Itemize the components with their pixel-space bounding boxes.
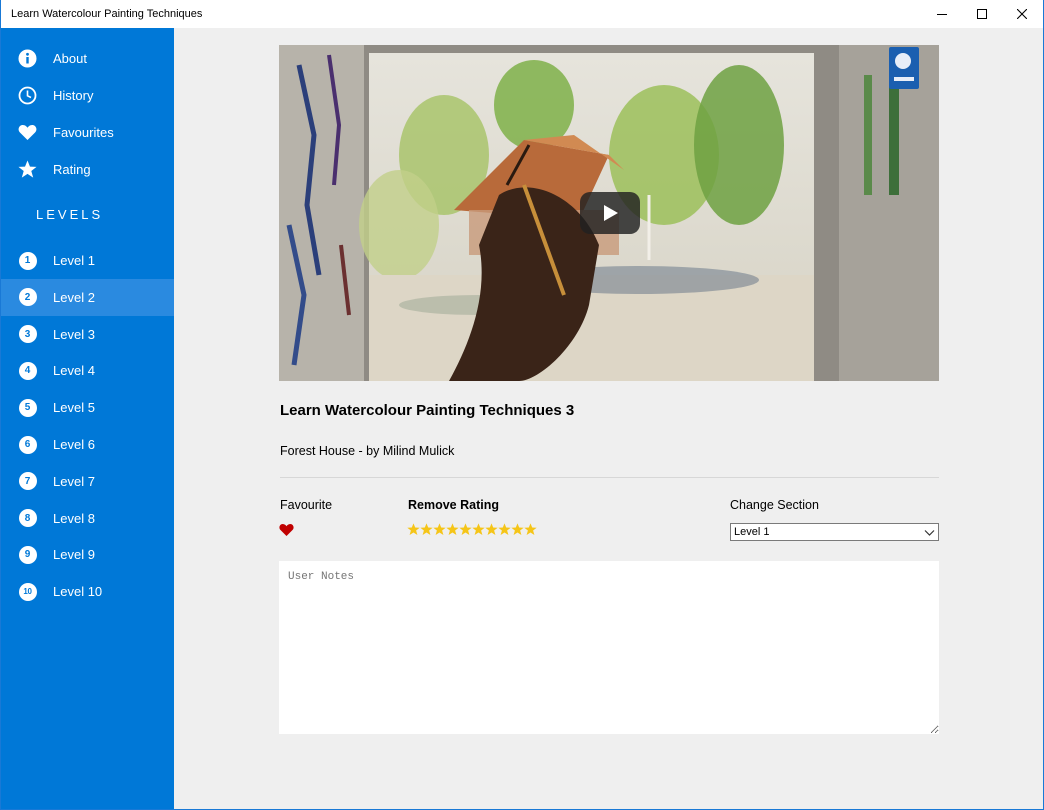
title-bar: Learn Watercolour Painting Techniques [1, 0, 1043, 28]
sidebar-item-level-6[interactable]: 6 Level 6 [1, 426, 174, 463]
sidebar-item-about[interactable]: About [1, 40, 174, 77]
sidebar-item-history[interactable]: History [1, 77, 174, 114]
level-number: 9 [18, 545, 37, 564]
star-icon[interactable] [446, 523, 459, 536]
remove-rating-button[interactable]: Remove Rating [408, 498, 499, 512]
level-number: 7 [18, 472, 37, 491]
star-icon[interactable] [407, 523, 420, 536]
sidebar-item-rating[interactable]: Rating [1, 151, 174, 188]
number-badge-icon: 5 [18, 398, 37, 417]
video-subtitle: Forest House - by Milind Mulick [280, 444, 455, 458]
sidebar-item-label: Level 2 [53, 289, 95, 305]
maximize-icon [977, 9, 987, 19]
star-icon[interactable] [472, 523, 485, 536]
level-number: 10 [18, 582, 37, 601]
sidebar-item-label: Level 4 [53, 363, 95, 379]
star-icon[interactable] [433, 523, 446, 536]
sidebar-item-level-9[interactable]: 9 Level 9 [1, 536, 174, 573]
sidebar-item-label: Level 9 [53, 547, 95, 563]
close-icon [1017, 9, 1027, 19]
minimize-icon [937, 14, 947, 15]
sidebar-item-label: About [53, 51, 87, 66]
change-section-label: Change Section [730, 498, 819, 512]
sidebar-item-label: Level 7 [53, 473, 95, 489]
sidebar-item-level-2[interactable]: 2 Level 2 [1, 278, 174, 316]
number-badge-icon: 8 [18, 509, 37, 528]
sidebar-item-label: Level 6 [53, 437, 95, 452]
user-notes-input[interactable] [279, 561, 939, 734]
sidebar-item-level-5[interactable]: 5 Level 5 [1, 389, 174, 426]
star-icon[interactable] [485, 523, 498, 536]
chevron-down-icon [924, 530, 935, 536]
sidebar-item-label: Level 3 [53, 326, 95, 342]
sidebar-item-favourites[interactable]: Favourites [1, 114, 174, 151]
levels-heading: LEVELS [36, 207, 104, 222]
sidebar-item-level-4[interactable]: 4 Level 4 [1, 352, 174, 389]
sidebar-item-label: Level 5 [53, 400, 95, 416]
level-number: 5 [18, 398, 37, 417]
sidebar-item-label: Rating [53, 162, 91, 177]
number-badge-icon: 7 [18, 472, 37, 491]
divider [280, 477, 939, 478]
play-icon [604, 205, 618, 221]
sidebar: About History Favourites Rating LEVELS 1… [1, 28, 174, 809]
number-badge-icon: 2 [18, 288, 37, 307]
favourite-heart-icon[interactable] [279, 523, 294, 537]
sidebar-item-label: Level 8 [53, 510, 95, 526]
sidebar-item-level-8[interactable]: 8 Level 8 [1, 500, 174, 537]
heart-icon [18, 123, 37, 142]
sidebar-item-label: Level 1 [53, 253, 95, 268]
number-badge-icon: 1 [18, 251, 37, 270]
sidebar-item-level-3[interactable]: 3 Level 3 [1, 316, 174, 353]
close-button[interactable] [999, 0, 1043, 28]
section-selected-value: Level 1 [734, 526, 770, 538]
section-dropdown[interactable]: Level 1 [730, 523, 939, 541]
number-badge-icon: 9 [18, 545, 37, 564]
channel-logo [889, 47, 919, 89]
number-badge-icon: 4 [18, 361, 37, 380]
play-button[interactable] [580, 192, 640, 234]
level-number: 2 [18, 288, 37, 307]
level-number: 4 [18, 361, 37, 380]
star-icon[interactable] [511, 523, 524, 536]
sidebar-item-label: Level 10 [53, 584, 103, 600]
window-title: Learn Watercolour Painting Techniques [11, 8, 203, 20]
number-badge-icon: 10 [18, 582, 37, 601]
sidebar-item-level-10[interactable]: 10 Level 10 [1, 573, 174, 610]
number-badge-icon: 6 [18, 435, 37, 454]
level-number: 1 [18, 251, 37, 270]
sidebar-item-level-7[interactable]: 7 Level 7 [1, 463, 174, 500]
level-number: 6 [18, 435, 37, 454]
video-title: Learn Watercolour Painting Techniques 3 [280, 402, 575, 419]
number-badge-icon: 3 [18, 325, 37, 344]
rating-stars[interactable] [407, 523, 537, 536]
video-player[interactable] [279, 45, 939, 381]
favourite-label: Favourite [280, 498, 333, 512]
star-icon[interactable] [420, 523, 433, 536]
app-window: Learn Watercolour Painting Techniques Ab… [1, 0, 1043, 809]
sidebar-item-level-1[interactable]: 1 Level 1 [1, 242, 174, 279]
star-icon [18, 160, 37, 179]
sidebar-item-label: History [53, 88, 94, 103]
star-icon[interactable] [459, 523, 472, 536]
star-icon[interactable] [498, 523, 511, 536]
star-icon[interactable] [524, 523, 537, 536]
level-number: 8 [18, 509, 37, 528]
level-number: 3 [18, 325, 37, 344]
info-icon [18, 49, 37, 68]
clock-icon [18, 86, 37, 105]
sidebar-item-label: Favourites [53, 125, 114, 140]
